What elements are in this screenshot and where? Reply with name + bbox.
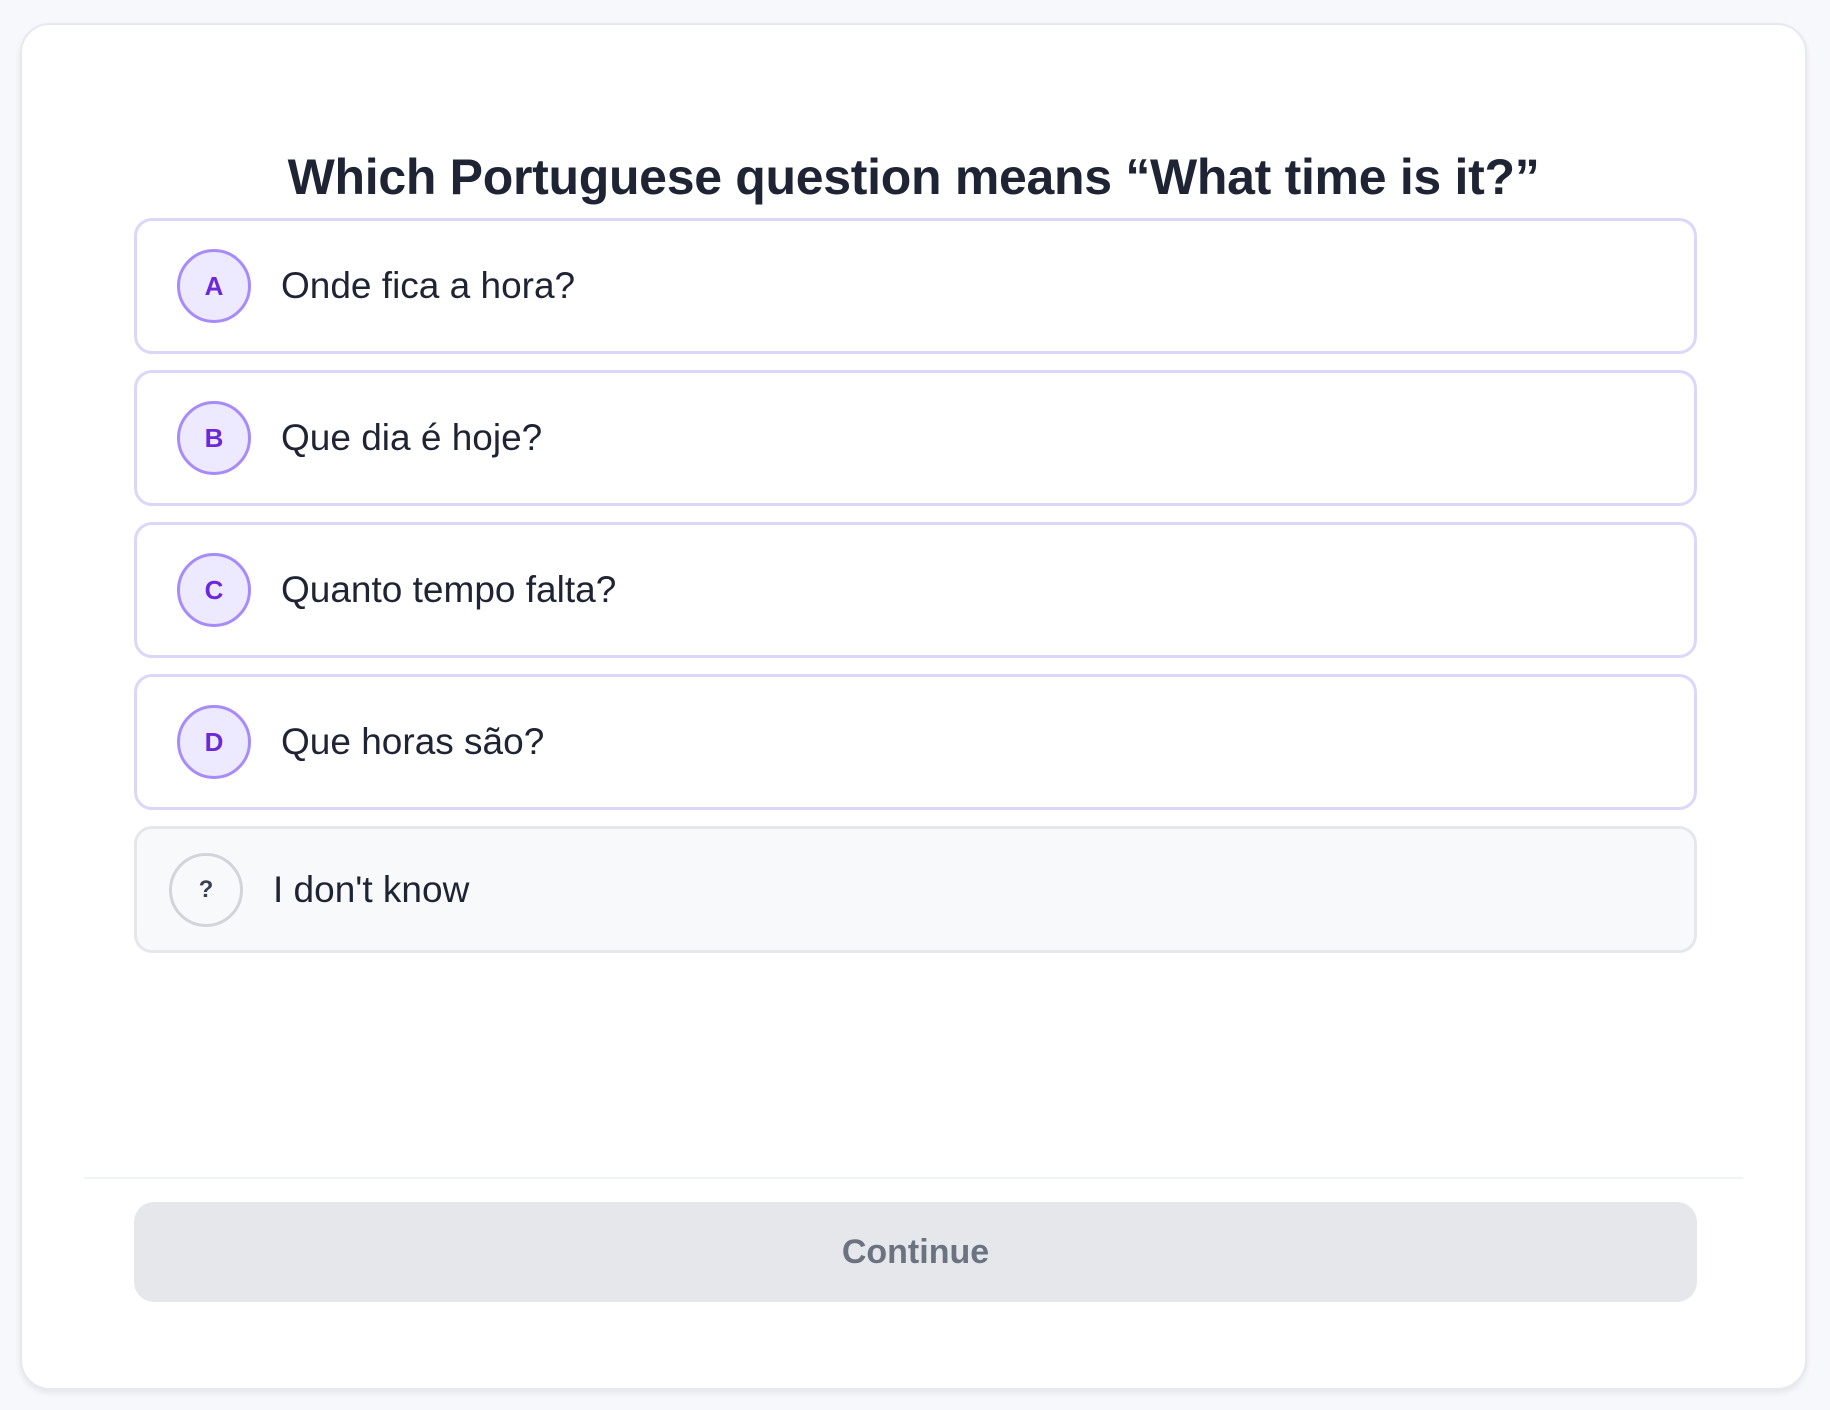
footer-divider [84,1177,1743,1179]
option-b-label: Que dia é hoje? [281,417,543,458]
option-dont-know[interactable]: ? I don't know [134,826,1697,953]
option-a-badge: A [177,249,251,323]
option-c-label: Quanto tempo falta? [281,569,617,610]
option-dont-know-label: I don't know [273,868,470,910]
option-c-badge: C [177,553,251,627]
option-d-label: Que horas são? [281,721,545,762]
question-mark-icon: ? [169,852,243,927]
continue-button[interactable]: Continue [134,1202,1697,1302]
option-b[interactable]: B Que dia é hoje? [134,370,1697,506]
option-b-badge: B [177,401,251,475]
question-title: Which Portuguese question means “What ti… [287,149,1540,205]
quiz-card: Which Portuguese question means “What ti… [20,23,1807,1390]
option-d-badge: D [177,705,251,779]
option-a[interactable]: A Onde fica a hora? [134,218,1697,354]
answer-options: A Onde fica a hora? B Que dia é hoje? C … [134,218,1697,969]
option-a-label: Onde fica a hora? [281,265,576,306]
option-d[interactable]: D Que horas são? [134,674,1697,810]
option-c[interactable]: C Quanto tempo falta? [134,522,1697,658]
